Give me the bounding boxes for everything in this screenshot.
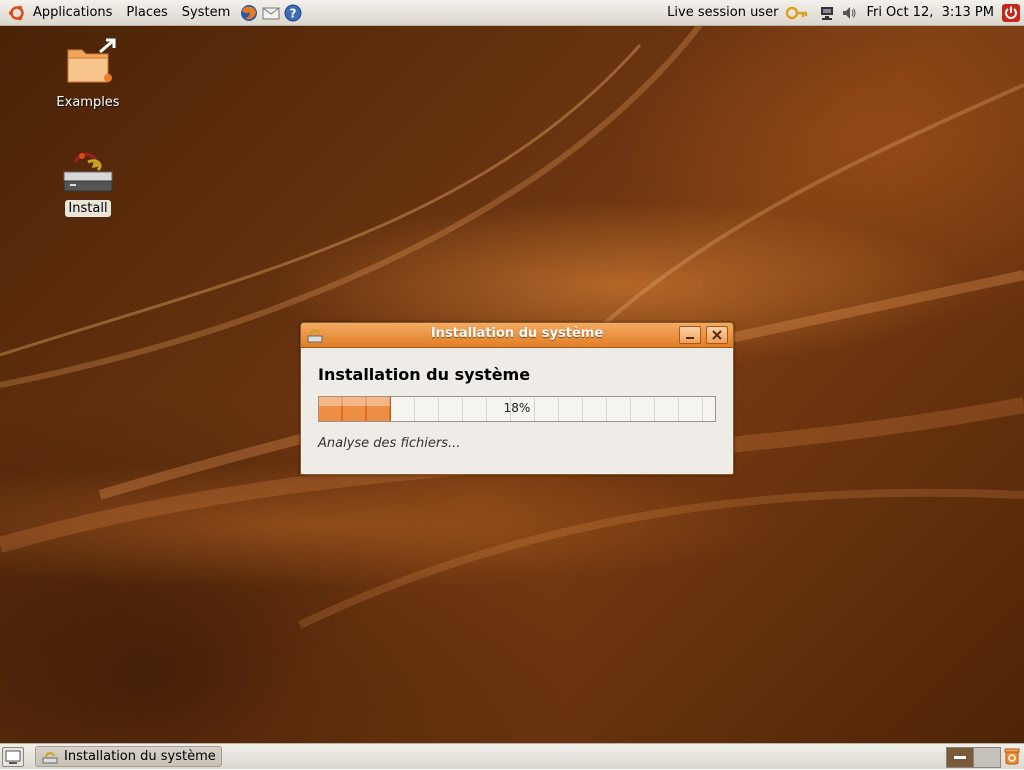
progress-bar: 18% — [318, 396, 716, 422]
minimize-button[interactable] — [679, 326, 701, 344]
menu-applications[interactable]: Applications — [26, 0, 119, 25]
workspace-1[interactable] — [946, 747, 974, 768]
top-panel: Applications Places System ? Live sessio… — [0, 0, 1024, 26]
minimize-icon — [686, 337, 694, 339]
volume-icon[interactable] — [838, 3, 860, 23]
keyring-icon[interactable] — [784, 3, 810, 23]
power-icon[interactable] — [1000, 2, 1022, 24]
workspace-2[interactable] — [973, 747, 1001, 768]
status-text: Analyse des fichiers... — [318, 436, 461, 451]
desktop-icon-label: Examples — [56, 95, 120, 110]
install-dialog: Installation du système Installation du … — [300, 322, 734, 475]
firefox-icon[interactable] — [239, 3, 259, 23]
network-icon[interactable] — [816, 3, 838, 23]
folder-icon — [67, 38, 116, 83]
dialog-heading: Installation du système — [318, 365, 531, 384]
svg-text:?: ? — [290, 6, 297, 20]
taskbar-item-installer[interactable]: Installation du système — [35, 746, 222, 767]
bottom-panel: Installation du système — [0, 743, 1024, 769]
help-icon[interactable]: ? — [283, 3, 303, 23]
desktop-icon-install[interactable]: Install — [38, 148, 138, 217]
close-icon — [712, 330, 722, 340]
panel-tray: Live session user Fri Oct 12, 3:13 PM — [661, 0, 1024, 25]
desktop-icon-label: Install — [65, 200, 111, 217]
clock[interactable]: Fri Oct 12, 3:13 PM — [860, 5, 1000, 20]
ubuntu-logo-icon[interactable] — [8, 4, 26, 22]
show-desktop-button[interactable] — [2, 747, 24, 767]
menu-places[interactable]: Places — [119, 0, 174, 25]
show-desktop-icon — [5, 750, 21, 764]
installer-icon — [42, 751, 58, 763]
install-icon — [63, 153, 113, 192]
dialog-titlebar[interactable]: Installation du système — [301, 323, 733, 348]
taskbar-item-label: Installation du système — [64, 749, 216, 764]
user-label[interactable]: Live session user — [661, 5, 784, 20]
trash-icon[interactable] — [1003, 747, 1021, 765]
close-button[interactable] — [706, 326, 728, 344]
mail-icon[interactable] — [261, 3, 281, 23]
dialog-title: Installation du système — [430, 326, 604, 341]
progress-percent: 18% — [503, 401, 531, 415]
desktop-icon-examples[interactable]: Examples — [38, 38, 138, 111]
menu-system[interactable]: System — [175, 0, 237, 25]
